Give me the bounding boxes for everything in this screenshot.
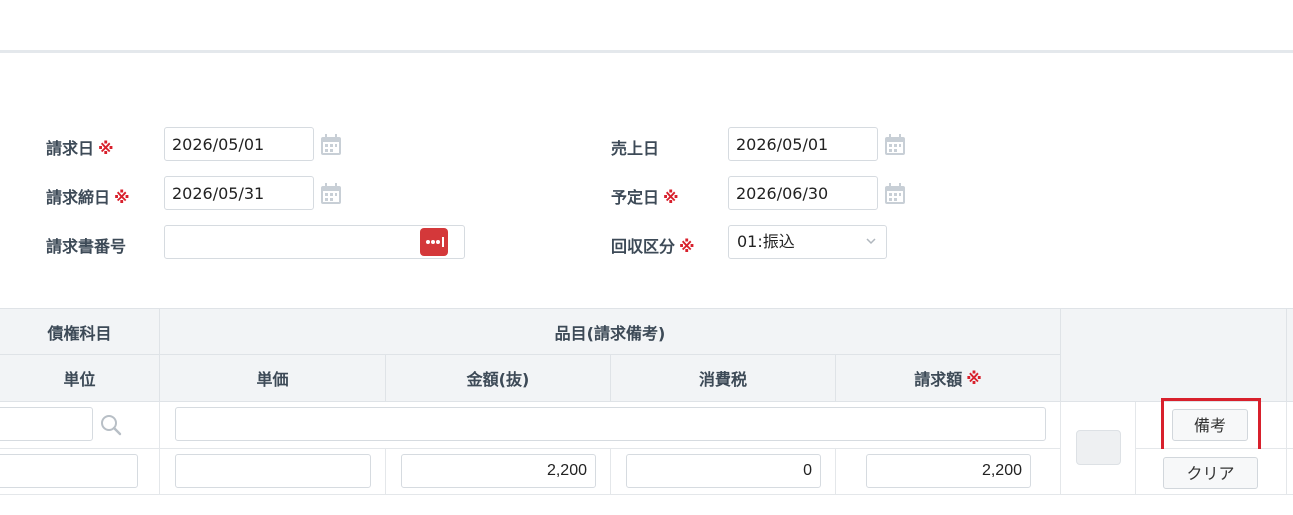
closing-date-label: 請求締日 ※ xyxy=(46,188,130,207)
calendar-icon[interactable] xyxy=(320,183,342,205)
header-divider xyxy=(0,50,1293,53)
invoice-no-lookup-button[interactable] xyxy=(420,228,448,256)
amount-input[interactable] xyxy=(401,454,596,488)
due-date-input[interactable] xyxy=(728,176,878,210)
header-item-remarks: 品目(請求備考) xyxy=(160,308,1061,355)
chevron-down-icon xyxy=(866,238,876,245)
calendar-icon[interactable] xyxy=(884,183,906,205)
search-icon[interactable] xyxy=(100,414,122,436)
item-remarks-input[interactable] xyxy=(175,407,1046,441)
cell-extra xyxy=(1287,402,1293,449)
collection-type-value: 01:振込 xyxy=(737,232,795,251)
unit-input[interactable] xyxy=(0,454,138,488)
billing-amount-input[interactable] xyxy=(866,454,1031,488)
unit-price-input[interactable] xyxy=(175,454,371,488)
calendar-icon[interactable] xyxy=(320,134,342,156)
header-extra xyxy=(1287,308,1293,402)
detail-table: 債権科目 品目(請求備考) 単位 単価 金額(抜) 消費税 請求額※ 備考 クリ… xyxy=(0,308,1293,495)
sales-date-label: 売上日 xyxy=(611,139,660,158)
invoice-no-label: 請求書番号 xyxy=(46,237,127,256)
collection-type-select[interactable]: 01:振込 xyxy=(728,225,887,259)
more-dots-icon xyxy=(426,237,444,247)
header-unit: 単位 xyxy=(0,355,160,402)
invoice-date-input[interactable] xyxy=(164,127,314,161)
header-billing-amount: 請求額 ※ xyxy=(836,355,1061,402)
collection-type-label: 回収区分 ※ xyxy=(611,237,695,256)
tax-input[interactable] xyxy=(626,454,821,488)
sales-date-input[interactable] xyxy=(728,127,878,161)
header-amount: 金額(抜) xyxy=(386,355,611,402)
row-checkbox[interactable] xyxy=(1076,430,1121,465)
clear-button[interactable]: クリア xyxy=(1163,457,1258,489)
header-receivable-item: 債権科目 xyxy=(0,308,160,355)
calendar-icon[interactable] xyxy=(884,134,906,156)
invoice-date-label: 請求日 ※ xyxy=(46,139,114,158)
header-unit-price: 単価 xyxy=(160,355,386,402)
closing-date-input[interactable] xyxy=(164,176,314,210)
cell-extra-2 xyxy=(1287,449,1293,495)
receivable-item-input[interactable] xyxy=(0,407,93,441)
header-tax: 消費税 xyxy=(611,355,836,402)
highlight-box xyxy=(1161,398,1261,452)
due-date-label: 予定日 ※ xyxy=(611,188,679,207)
header-actions xyxy=(1061,308,1287,402)
